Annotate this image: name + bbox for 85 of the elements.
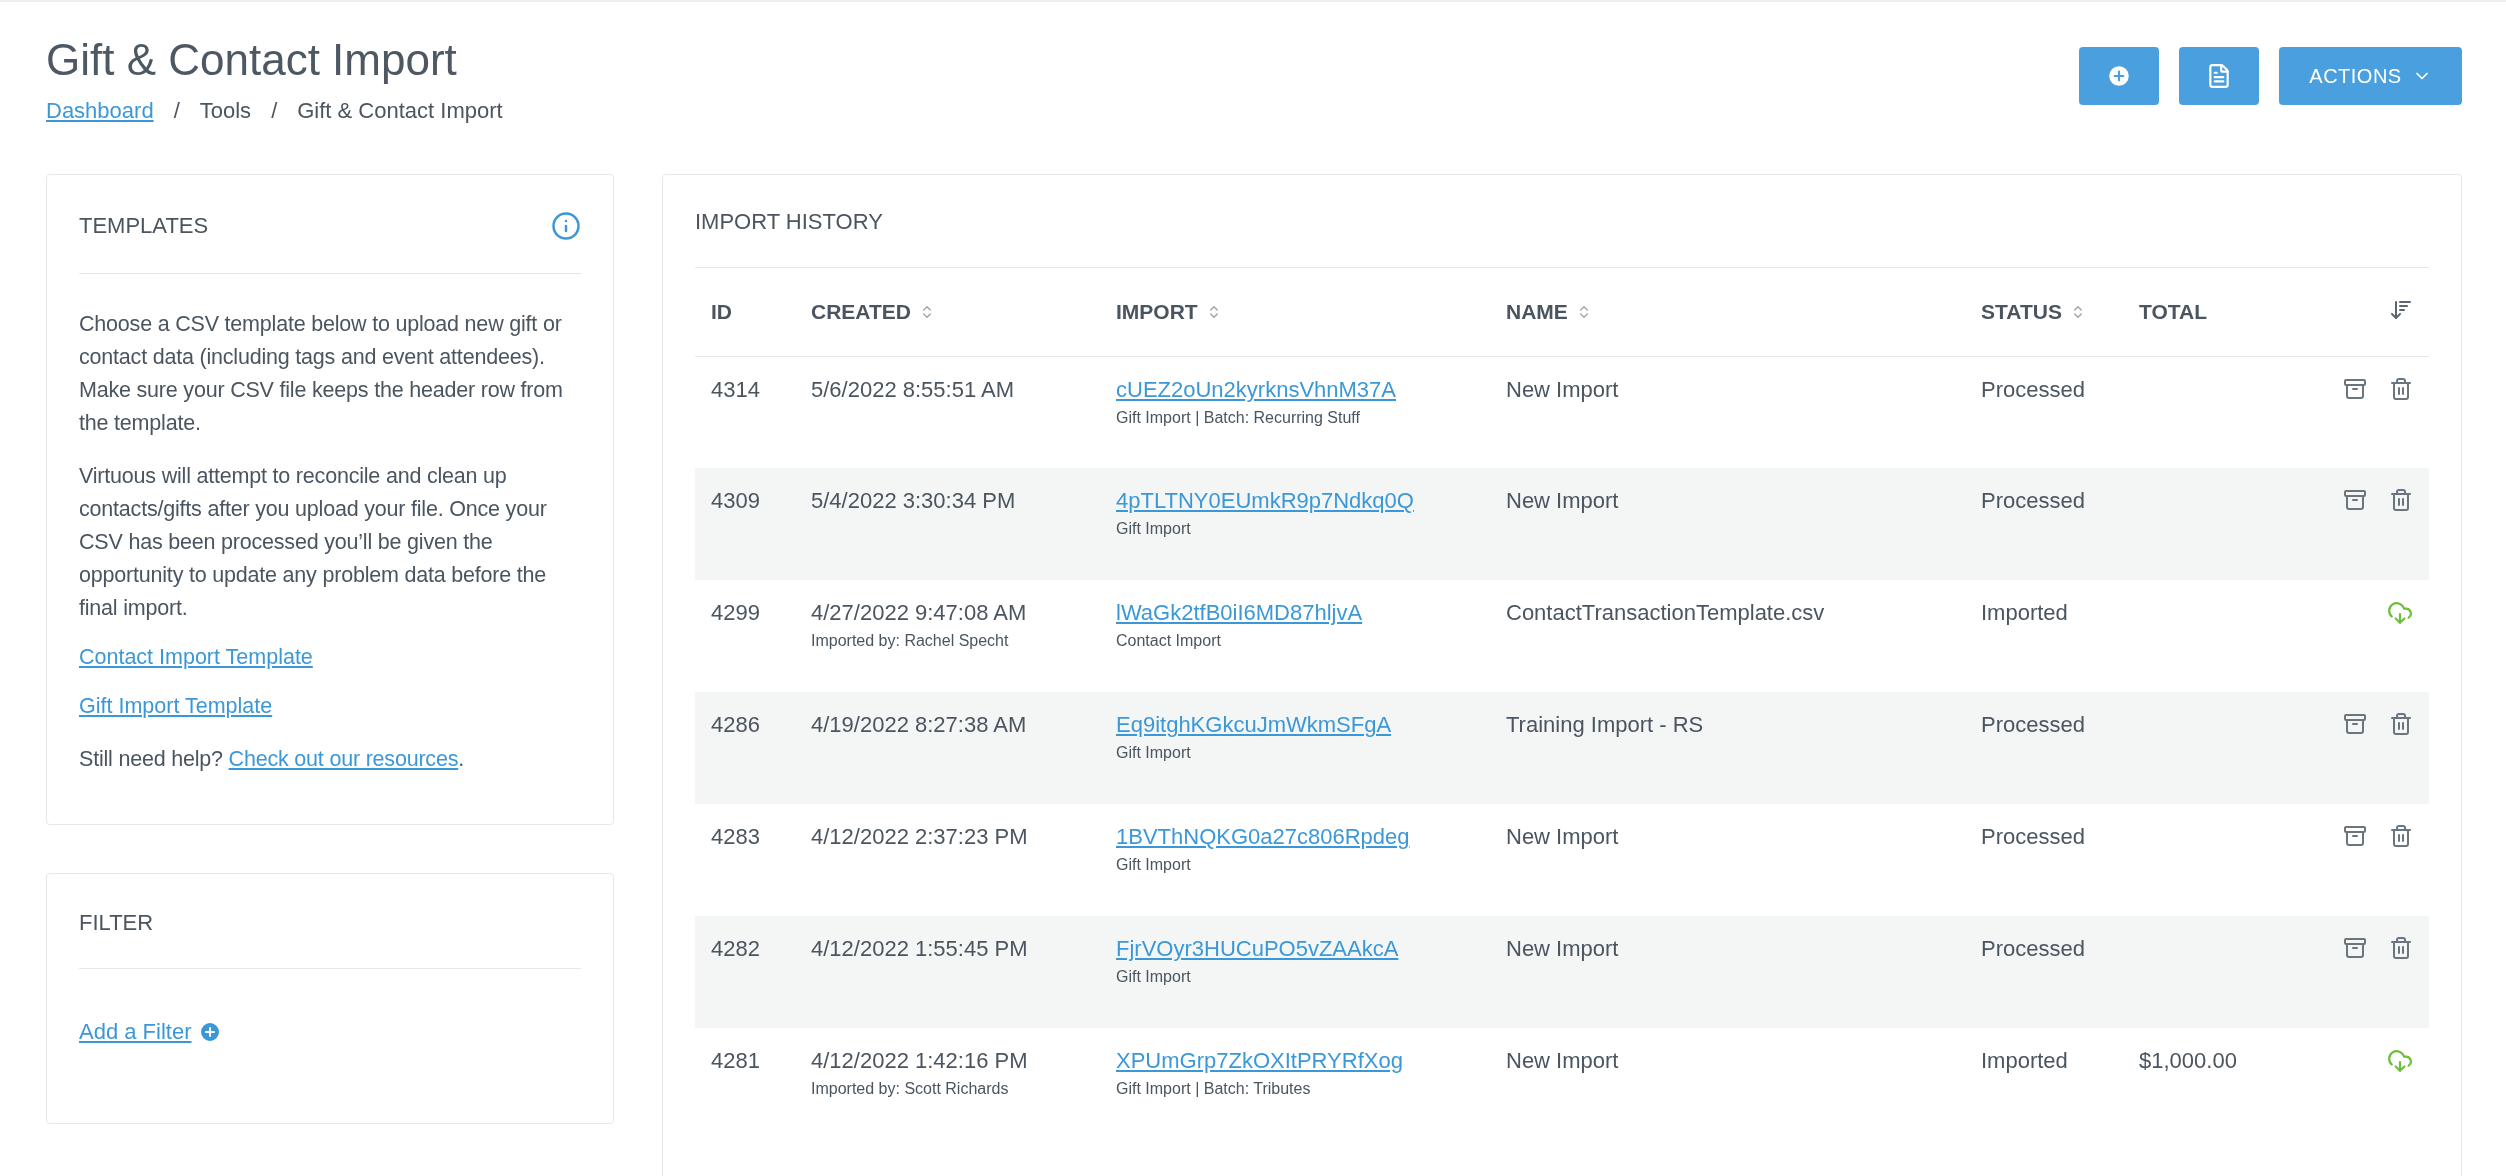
resources-link[interactable]: Check out our resources	[228, 747, 459, 772]
import-link[interactable]: cUEZ2oUn2kyrknsVhnM37A	[1116, 376, 1396, 402]
id-cell-text: 4286	[711, 712, 761, 739]
report-button[interactable]	[2179, 47, 2259, 105]
template-link[interactable]: Contact Import Template	[79, 645, 313, 670]
delete-icon[interactable]	[2389, 376, 2413, 401]
name-cell-text: New Import	[1506, 936, 1620, 963]
name-cell-text: New Import	[1506, 1048, 1620, 1075]
status-cell-text: Processed	[1981, 824, 2086, 851]
info-icon[interactable]	[551, 211, 581, 242]
id-cell-text: 4282	[711, 936, 761, 963]
id-cell-text: 4309	[711, 488, 761, 515]
created-cell-text: 4/12/2022 1:42:16 PM	[811, 1048, 1029, 1075]
total-cell-text: $1,000.00	[2139, 1048, 2238, 1075]
import-link[interactable]: Eq9itghKGkcuJmWkmSFgA	[1116, 712, 1392, 738]
id-cell-text: 4281	[711, 1048, 761, 1075]
archive-icon[interactable]	[2343, 936, 2367, 961]
status-cell-text: Processed	[1981, 712, 2086, 739]
delete-icon[interactable]	[2389, 712, 2413, 737]
breadcrumb-link[interactable]: Dashboard	[46, 98, 154, 125]
name-cell-text: ContactTransactionTemplate.csv	[1506, 600, 1826, 627]
name-cell-text: New Import	[1506, 488, 1620, 515]
cloud-download-icon[interactable]	[2387, 1048, 2413, 1075]
column-header: ID	[711, 300, 732, 325]
archive-icon[interactable]	[2343, 824, 2367, 849]
import-link[interactable]: XPUmGrp7ZkOXItPRYRfXog	[1116, 1048, 1403, 1074]
import-detail-text: Gift Import	[1116, 520, 1192, 539]
created-cell-text: 5/6/2022 8:55:51 AM	[811, 376, 1016, 403]
page-title: Gift & Contact Import	[46, 36, 458, 85]
id-cell-text: 4314	[711, 376, 761, 403]
created-cell-text: 5/4/2022 3:30:34 PM	[811, 488, 1017, 515]
id-cell-text: 4283	[711, 824, 761, 851]
imported-by-text: Imported by: Rachel Specht	[811, 632, 1010, 651]
breadcrumb-item: Tools	[199, 98, 252, 125]
card-title: FILTER	[79, 910, 154, 937]
status-cell-text: Processed	[1981, 936, 2086, 963]
breadcrumb-separator: /	[271, 98, 278, 125]
add-filter-link[interactable]: Add a Filter	[79, 1019, 222, 1046]
column-header: TOTAL	[2139, 300, 2208, 325]
breadcrumb-separator: /	[173, 98, 180, 125]
delete-icon[interactable]	[2389, 824, 2413, 849]
import-detail-text: Contact Import	[1116, 632, 1222, 651]
id-cell-text: 4299	[711, 600, 761, 627]
status-cell-text: Imported	[1981, 1048, 2069, 1075]
name-cell-text: New Import	[1506, 376, 1620, 403]
archive-icon[interactable]	[2343, 488, 2367, 513]
status-cell-text: Processed	[1981, 488, 2086, 515]
column-header: CREATED	[811, 300, 911, 325]
delete-icon[interactable]	[2389, 936, 2413, 961]
status-cell-text: Processed	[1981, 376, 2086, 403]
template-link[interactable]: Gift Import Template	[79, 694, 273, 719]
import-link[interactable]: 4pTLTNY0EUmkR9p7Ndkq0Q	[1116, 488, 1414, 514]
delete-icon[interactable]	[2389, 488, 2413, 513]
help-text: Still need help? Check out our resources.	[79, 746, 465, 774]
created-cell-text: 4/12/2022 2:37:23 PM	[811, 824, 1029, 851]
add-button[interactable]	[2079, 47, 2159, 105]
breadcrumb-item: Gift & Contact Import	[297, 98, 503, 125]
created-cell-text: 4/19/2022 8:27:38 AM	[811, 712, 1028, 739]
plus-circle-icon	[2106, 63, 2132, 89]
panel-title: IMPORT HISTORY	[695, 209, 883, 236]
column-header: STATUS	[1981, 300, 2062, 325]
name-cell-text: New Import	[1506, 824, 1620, 851]
import-link[interactable]: FjrVOyr3HUCuPO5vZAAkcA	[1116, 936, 1399, 962]
description-text: Choose a CSV template below to upload new gift or contact data (including tags and event attendees). Make sure your CSV file keeps the header row from the template.	[79, 311, 564, 438]
created-cell-text: 4/12/2022 1:55:45 PM	[811, 936, 1029, 963]
import-detail-text: Gift Import	[1116, 856, 1192, 875]
description-text: Virtuous will attempt to reconcile and clean up contacts/gifts after you upload your file. Once your CSV has been processed you’ll be given the opportunity to update any problem data before the final import.	[79, 463, 548, 623]
status-cell-text: Imported	[1981, 600, 2069, 627]
archive-icon[interactable]	[2343, 712, 2367, 737]
created-cell-text: 4/27/2022 9:47:08 AM	[811, 600, 1028, 627]
actions-button[interactable]: ACTIONS	[2279, 47, 2462, 105]
import-link[interactable]: lWaGk2tfB0iI6MD87hljvA	[1116, 600, 1363, 626]
column-header: NAME	[1506, 300, 1568, 325]
card-title: TEMPLATES	[79, 213, 209, 240]
import-link[interactable]: 1BVThNQKG0a27c806Rpdeg	[1116, 824, 1410, 850]
column-header: IMPORT	[1116, 300, 1198, 325]
import-detail-text: Gift Import	[1116, 744, 1192, 763]
import-detail-text: Gift Import	[1116, 968, 1192, 987]
document-icon	[2206, 63, 2232, 89]
imported-by-text: Imported by: Scott Richards	[811, 1080, 1010, 1099]
import-detail-text: Gift Import | Batch: Recurring Stuff	[1116, 408, 1361, 427]
archive-icon[interactable]	[2343, 376, 2367, 401]
import-detail-text: Gift Import | Batch: Tributes	[1116, 1080, 1312, 1099]
name-cell-text: Training Import - RS	[1506, 712, 1705, 739]
cloud-download-icon[interactable]	[2387, 600, 2413, 627]
